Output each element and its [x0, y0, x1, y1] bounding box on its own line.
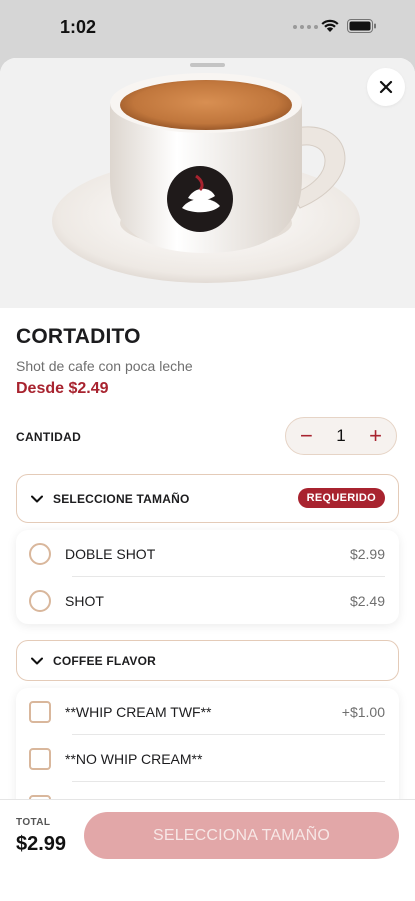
checkbox[interactable]: [29, 747, 51, 770]
size-group-header[interactable]: SELECCIONE TAMAÑO REQUERIDO: [16, 474, 399, 523]
option-label: **WHIP CREAM TWF**: [65, 703, 212, 720]
list-item[interactable]: SHOT $2.49: [16, 577, 399, 624]
close-button[interactable]: [367, 68, 405, 106]
option-price: +$1.00: [341, 703, 385, 720]
close-icon: [379, 80, 393, 94]
increment-button[interactable]: +: [369, 425, 382, 447]
list-item[interactable]: DOBLE SHOT $2.99: [16, 530, 399, 577]
status-time: 1:02: [60, 17, 97, 37]
wifi-icon: [321, 19, 339, 32]
radio-button[interactable]: [29, 542, 51, 565]
product-image: [0, 58, 415, 308]
cellular-signal-icon: [293, 25, 318, 29]
option-label: SHOT: [65, 592, 104, 609]
total-label: TOTAL: [16, 817, 51, 828]
flavor-group-header[interactable]: COFFEE FLAVOR: [16, 640, 399, 681]
status-bar: 1:02: [0, 0, 415, 56]
add-to-order-button[interactable]: SELECCIONA TAMAÑO: [84, 812, 399, 859]
battery-icon: [347, 19, 376, 33]
sheet-grabber[interactable]: [190, 63, 225, 67]
radio-button[interactable]: [29, 589, 51, 612]
size-options-list: DOBLE SHOT $2.99 SHOT $2.49: [16, 530, 399, 624]
chevron-down-icon: [31, 657, 43, 665]
coffee-cup-image: [52, 73, 360, 283]
size-group-title: SELECCIONE TAMAÑO: [53, 491, 190, 506]
flavor-group-title: COFFEE FLAVOR: [53, 653, 157, 668]
product-sheet: CORTADITO Shot de cafe con poca leche De…: [0, 58, 415, 900]
total-value: $2.99: [16, 833, 67, 855]
product-price-from: Desde $2.49: [16, 380, 109, 397]
checkout-bar: TOTAL $2.99 SELECCIONA TAMAÑO: [0, 799, 415, 901]
quantity-label: CANTIDAD: [16, 430, 82, 444]
product-description: Shot de cafe con poca leche: [16, 358, 193, 374]
option-label: DOBLE SHOT: [65, 545, 156, 562]
list-item[interactable]: **NO WHIP CREAM**: [16, 735, 399, 782]
option-label: **NO WHIP CREAM**: [65, 750, 203, 767]
option-price: $2.99: [349, 545, 385, 562]
required-badge: REQUERIDO: [297, 488, 385, 508]
chevron-down-icon: [31, 495, 43, 503]
list-item[interactable]: **WHIP CREAM TWF** +$1.00: [16, 688, 399, 735]
decrement-button[interactable]: −: [300, 425, 313, 447]
quantity-value: 1: [336, 426, 346, 445]
checkbox[interactable]: [29, 700, 51, 723]
option-price: $2.49: [349, 592, 385, 609]
product-title: CORTADITO: [16, 325, 141, 348]
quantity-stepper: − 1 +: [285, 417, 397, 455]
